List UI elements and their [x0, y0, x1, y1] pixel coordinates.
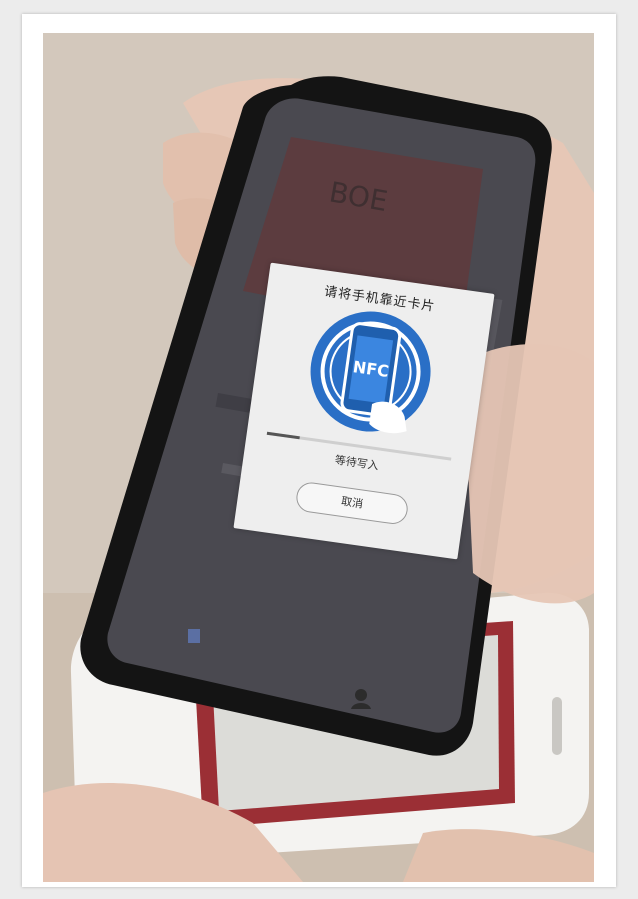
cancel-button[interactable]: 取消: [294, 480, 410, 526]
nfc-dialog: 请将手机靠近卡片 NFC 等待写入 取消: [233, 262, 495, 560]
user-icon[interactable]: [355, 689, 367, 701]
photo: BOE 请将手机靠近卡片 NFC 等待写入 取消: [43, 33, 594, 882]
nfc-phone-icon: NFC: [310, 311, 431, 434]
progress-fill: [266, 431, 301, 440]
photo-frame: BOE 请将手机靠近卡片 NFC 等待写入 取消: [22, 14, 616, 887]
card-icon[interactable]: [188, 629, 200, 643]
